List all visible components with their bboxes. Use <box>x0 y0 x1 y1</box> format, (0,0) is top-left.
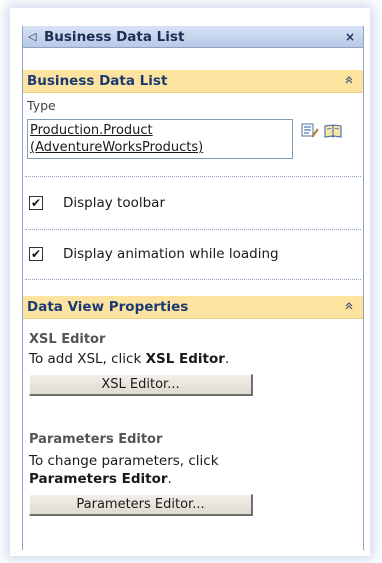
pane-title-bar: ◁ Business Data List × <box>23 26 363 48</box>
type-value-line1: Production.Product <box>30 123 153 138</box>
xsl-instructions-suffix: . <box>224 351 230 367</box>
xsl-editor-button[interactable]: XSL Editor... <box>29 374 253 396</box>
divider <box>25 229 361 230</box>
parameters-instructions-bold: Parameters Editor <box>29 471 168 487</box>
section-header-data-view-properties[interactable]: Data View Properties <box>23 296 363 319</box>
collapse-icon[interactable] <box>341 75 357 88</box>
tool-pane: ◁ Business Data List × Business Data Lis… <box>22 26 364 550</box>
divider <box>25 279 361 280</box>
xsl-editor-title: XSL Editor <box>29 332 106 347</box>
display-toolbar-checkbox[interactable]: ✔ <box>29 196 43 210</box>
type-value-line2: (AdventureWorksProducts) <box>30 140 204 155</box>
display-toolbar-row: ✔ Display toolbar <box>29 195 165 211</box>
display-animation-row: ✔ Display animation while loading <box>29 246 279 262</box>
type-field[interactable]: Production.Product (AdventureWorksProduc… <box>27 119 293 159</box>
pane-title: Business Data List <box>44 28 185 45</box>
display-animation-checkbox[interactable]: ✔ <box>29 247 43 261</box>
edit-list-icon[interactable] <box>300 122 320 140</box>
book-icon[interactable] <box>323 122 343 140</box>
parameters-editor-instructions: To change parameters, click <box>29 453 219 469</box>
display-animation-label: Display animation while loading <box>63 246 279 262</box>
section-header-business-data-list[interactable]: Business Data List <box>23 70 363 93</box>
xsl-instructions-bold: XSL Editor <box>145 351 225 367</box>
type-picker-icons <box>300 122 343 140</box>
divider <box>25 176 361 177</box>
collapse-icon[interactable] <box>341 301 357 314</box>
parameters-editor-instructions-line2: Parameters Editor. <box>29 471 172 487</box>
parameters-instructions-suffix: . <box>167 471 172 487</box>
section-title: Data View Properties <box>27 299 189 315</box>
parameters-editor-button[interactable]: Parameters Editor... <box>29 494 253 516</box>
display-toolbar-label: Display toolbar <box>63 195 166 211</box>
parameters-editor-title: Parameters Editor <box>29 432 163 447</box>
section-title: Business Data List <box>27 73 168 89</box>
close-icon[interactable]: × <box>341 30 359 44</box>
xsl-instructions-text: To add XSL, click <box>29 351 146 367</box>
type-label: Type <box>27 98 56 113</box>
pane-menu-arrow-icon[interactable]: ◁ <box>28 30 42 43</box>
xsl-editor-instructions: To add XSL, click XSL Editor. <box>29 351 229 367</box>
